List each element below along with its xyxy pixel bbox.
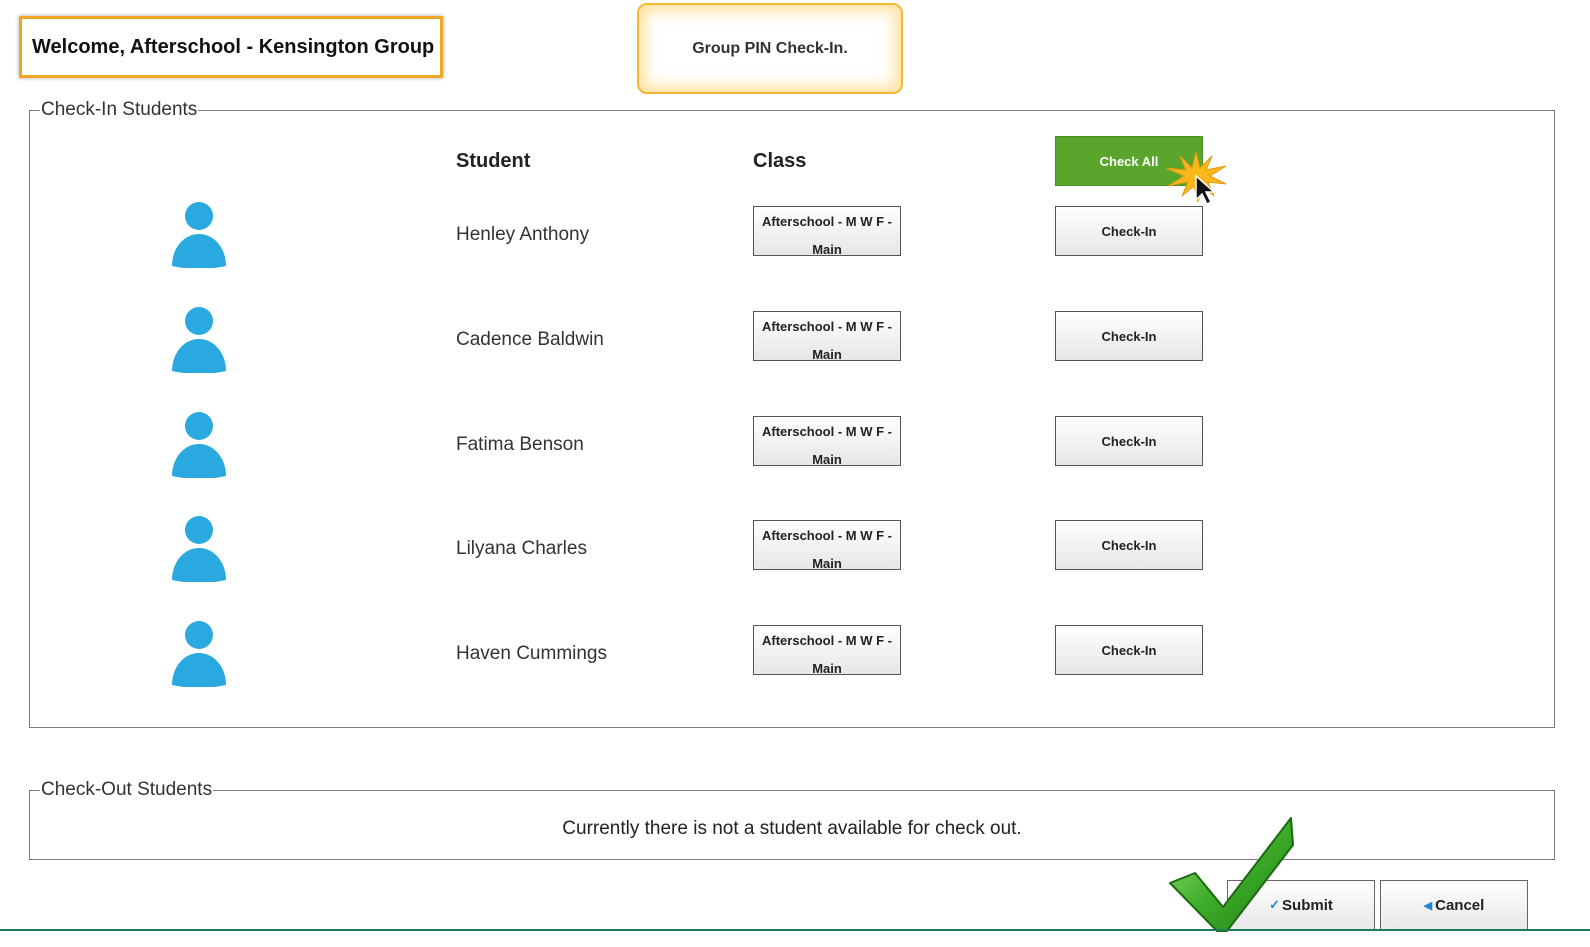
checkin-button[interactable]: Check-In xyxy=(1055,206,1203,256)
green-checkmark-icon xyxy=(1169,817,1294,932)
checkin-label: Check-In xyxy=(1101,642,1157,658)
checkin-label: Check-In xyxy=(1101,537,1157,553)
group-pin-label: Group PIN Check-In. xyxy=(692,39,848,57)
class-column-header: Class xyxy=(753,150,807,172)
triangle-left-icon: ◀ xyxy=(1423,899,1433,912)
class-select-button[interactable]: Afterschool - M W F - Main xyxy=(753,520,901,570)
checkin-button[interactable]: Check-In xyxy=(1055,416,1203,466)
student-avatar-icon xyxy=(170,410,228,479)
checkin-button[interactable]: Check-In xyxy=(1055,311,1203,361)
class-select-button[interactable]: Afterschool - M W F - Main xyxy=(753,206,901,256)
student-avatar-icon xyxy=(170,305,228,374)
checkout-empty-message: Currently there is not a student availab… xyxy=(562,818,1022,839)
footer-divider xyxy=(0,929,1590,931)
student-name: Cadence Baldwin xyxy=(456,329,604,350)
student-avatar-icon xyxy=(170,514,228,583)
checkin-button[interactable]: Check-In xyxy=(1055,625,1203,675)
cancel-label: Cancel xyxy=(1435,896,1485,914)
student-row: Cadence Baldwin Afterschool - M W F - Mai… xyxy=(0,305,1590,385)
student-row: Haven Cummings Afterschool - M W F - Main… xyxy=(0,619,1590,699)
student-column-header: Student xyxy=(456,150,531,172)
student-name: Haven Cummings xyxy=(456,643,607,664)
student-avatar-icon xyxy=(170,200,228,269)
class-select-button[interactable]: Afterschool - M W F - Main xyxy=(753,625,901,675)
student-row: Henley Anthony Afterschool - M W F - Main… xyxy=(0,200,1590,280)
click-burst-icon xyxy=(1165,151,1227,205)
student-name: Lilyana Charles xyxy=(456,538,587,559)
checkin-label: Check-In xyxy=(1101,433,1157,449)
checkout-legend: Check-Out Students xyxy=(41,779,213,800)
welcome-text: Welcome, Afterschool - Kensington Group xyxy=(32,35,435,58)
checkin-label: Check-In xyxy=(1101,328,1157,344)
student-name: Fatima Benson xyxy=(456,434,584,455)
student-avatar-icon xyxy=(170,619,228,688)
group-pin-checkin-button[interactable]: Group PIN Check-In. xyxy=(637,3,903,94)
student-row: Lilyana Charles Afterschool - M W F - Mai… xyxy=(0,514,1590,594)
student-row: Fatima Benson Afterschool - M W F - Main C… xyxy=(0,410,1590,490)
class-select-button[interactable]: Afterschool - M W F - Main xyxy=(753,311,901,361)
checkin-legend: Check-In Students xyxy=(41,99,198,120)
welcome-banner: Welcome, Afterschool - Kensington Group xyxy=(19,16,443,78)
checkin-label: Check-In xyxy=(1101,223,1157,239)
cancel-button[interactable]: ◀ Cancel xyxy=(1380,880,1528,930)
checkin-button[interactable]: Check-In xyxy=(1055,520,1203,570)
student-name: Henley Anthony xyxy=(456,224,590,245)
class-select-button[interactable]: Afterschool - M W F - Main xyxy=(753,416,901,466)
check-all-label: Check All xyxy=(1099,153,1159,169)
